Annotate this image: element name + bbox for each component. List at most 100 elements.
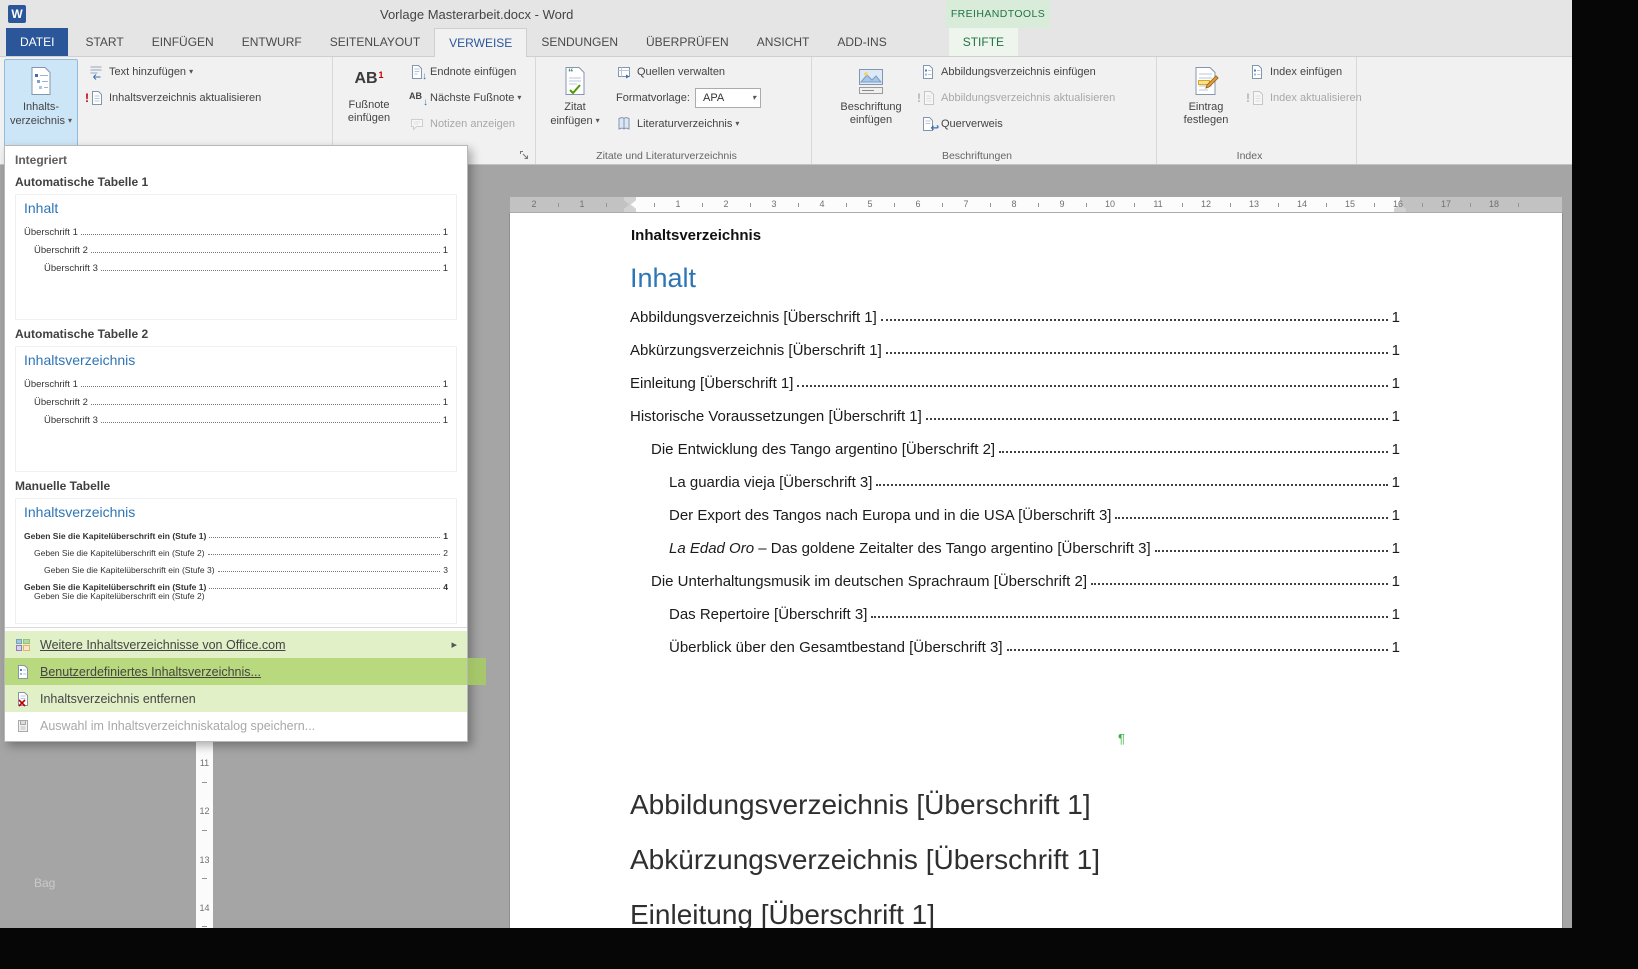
mark-entry-button[interactable]: Eintrag festlegen: [1171, 59, 1241, 147]
ruler-number: 9: [1059, 199, 1064, 209]
ribbon-group-index: Eintrag festlegen Index einfügen !: [1157, 57, 1357, 164]
word-window: W Vorlage Masterarbeit.docx - Word FREIH…: [0, 0, 1572, 928]
tab-sendungen[interactable]: SENDUNGEN: [527, 28, 632, 56]
insert-footnote-button[interactable]: AB1 Fußnote einfügen: [337, 59, 401, 147]
tab-add-ins[interactable]: ADD-INS: [823, 28, 900, 56]
tab-ansicht[interactable]: ANSICHT: [743, 28, 824, 56]
paragraph-mark-icon: ¶: [1118, 731, 1125, 746]
manage-sources-label: Quellen verwalten: [637, 66, 725, 78]
document-page[interactable]: Inhaltsverzeichnis Inhalt Abbildungsverz…: [510, 213, 1562, 928]
ruler-number: 14: [1297, 199, 1307, 209]
update-toc-button[interactable]: ! Inhaltsverzeichnis aktualisieren: [84, 86, 265, 109]
submenu-arrow-icon: ▸: [451, 638, 457, 651]
toc-button[interactable]: Inhalts- verzeichnis▾: [4, 59, 78, 147]
show-notes-button: Notizen anzeigen: [405, 112, 525, 135]
gallery-preview: InhaltÜberschrift 11Überschrift 21Übersc…: [15, 194, 457, 320]
word-logo-icon: W: [8, 5, 26, 23]
update-table-of-figures-label: Abbildungsverzeichnis aktualisieren: [941, 92, 1115, 104]
ruler-number: 16: [1393, 199, 1403, 209]
ruler-tick: [1470, 203, 1471, 207]
toc-entry: Der Export des Tangos nach Europa und in…: [630, 491, 1400, 524]
ruler-number: 17: [1441, 199, 1451, 209]
gallery-preview: Inhaltsverzeichnis Geben Sie die Kapitelü…: [15, 498, 457, 624]
gallery-preview-row: Überschrift 31: [24, 408, 448, 426]
tab-start[interactable]: START: [71, 28, 137, 56]
endnote-icon: ↓: [409, 64, 425, 80]
toc-gallery-option-automatische-tabelle-2[interactable]: Automatische Tabelle 2Inhaltsverzeichnis…: [5, 323, 467, 475]
ruler-number: 13: [199, 855, 209, 865]
toc-remove-icon: [15, 691, 31, 707]
ruler-number: 3: [771, 199, 776, 209]
ruler-tick: [558, 203, 559, 207]
insert-table-of-figures-button[interactable]: Abbildungsverzeichnis einfügen: [916, 60, 1119, 83]
tab-stifte[interactable]: STIFTE: [949, 28, 1018, 56]
tab-einfügen[interactable]: EINFÜGEN: [138, 28, 228, 56]
toc-entry: La guardia vieja [Überschrift 3]1: [630, 458, 1400, 491]
ruler-number: 13: [1249, 199, 1259, 209]
toc-entry: Historische Voraussetzungen [Überschrift…: [630, 392, 1400, 425]
gallery-preview: InhaltsverzeichnisÜberschrift 11Überschr…: [15, 346, 457, 472]
toc-entry: Einleitung [Überschrift 1]1: [630, 359, 1400, 392]
ruler-tick: [1230, 203, 1231, 207]
ruler-tick: [750, 203, 751, 207]
toc-icon: [25, 64, 57, 98]
cross-reference-button[interactable]: ↩ Querverweis: [916, 112, 1119, 135]
tab-überprüfen[interactable]: ÜBERPRÜFEN: [632, 28, 743, 56]
tab-entwurf[interactable]: ENTWURF: [228, 28, 316, 56]
ribbon-group-captions: Beschriftung einfügen Abbildungsverzeich…: [812, 57, 1157, 164]
freehand-tools-context-label: FREIHANDTOOLS: [946, 0, 1050, 28]
insert-endnote-button[interactable]: ↓ Endnote einfügen: [405, 60, 525, 83]
document-heading: Einleitung [Überschrift 1]: [630, 899, 1100, 928]
footnotes-dialog-launcher[interactable]: [519, 148, 531, 160]
horizontal-ruler[interactable]: 21123456789101112131415161718: [510, 197, 1562, 213]
menu-item-weitere-inhaltsverzeichnisse-von-office-com[interactable]: Weitere Inhaltsverzeichnisse von Office.…: [5, 631, 467, 658]
ruler-number: 2: [531, 199, 536, 209]
ruler-number: 11: [1153, 199, 1162, 209]
tab-verweise[interactable]: VERWEISE: [434, 28, 527, 57]
ruler-tick: [990, 203, 991, 207]
save-icon: [15, 718, 31, 734]
screen: W Vorlage Masterarbeit.docx - Word FREIH…: [0, 0, 1638, 969]
manage-sources-icon: [616, 64, 632, 80]
table-of-figures-icon: [920, 64, 936, 80]
insert-citation-button[interactable]: “ Zitat einfügen▾: [544, 59, 606, 147]
toc-entry: Abkürzungsverzeichnis [Überschrift 1]1: [630, 326, 1400, 359]
insert-index-button[interactable]: Index einfügen: [1245, 60, 1366, 83]
menu-item-inhaltsverzeichnis-entfernen[interactable]: Inhaltsverzeichnis entfernen: [5, 685, 467, 712]
menu-item-benutzerdefiniertes-inhaltsverzeichnis[interactable]: Benutzerdefiniertes Inhaltsverzeichnis..…: [5, 658, 467, 685]
ruler-number: 5: [867, 199, 872, 209]
manage-sources-button[interactable]: Quellen verwalten: [612, 60, 765, 83]
gallery-preview-row: Geben Sie die Kapitelüberschrift ein (St…: [24, 558, 448, 575]
style-combobox[interactable]: APA ▾: [695, 88, 761, 108]
tab-datei[interactable]: DATEI: [6, 28, 68, 56]
gallery-preview-row: Überschrift 11: [24, 220, 448, 238]
ruler-number: 15: [1345, 199, 1355, 209]
ribbon-tab-row: DATEISTARTEINFÜGENENTWURFSEITENLAYOUTVER…: [0, 28, 1572, 57]
document-heading: Abkürzungsverzeichnis [Überschrift 1]: [630, 844, 1100, 899]
bibliography-button[interactable]: Literaturverzeichnis ▾: [612, 112, 765, 135]
group-label-citations: Zitate und Literaturverzeichnis: [536, 150, 797, 162]
ruler-number: 1: [675, 199, 680, 209]
menu-item-label: Auswahl im Inhaltsverzeichniskatalog spe…: [40, 719, 315, 733]
toc-entry: Die Unterhaltungsmusik im deutschen Spra…: [630, 557, 1400, 590]
insert-citation-label: Zitat einfügen: [550, 101, 592, 127]
group-label-index: Index: [1157, 150, 1342, 162]
add-text-button[interactable]: Text hinzufügen ▾: [84, 60, 265, 83]
gallery-preview-heading: Inhaltsverzeichnis: [24, 504, 448, 520]
toc-gallery-option-manuelle-tabelle[interactable]: Manuelle TabelleInhaltsverzeichnisGeben …: [5, 475, 467, 627]
bibliography-label: Literaturverzeichnis: [637, 118, 732, 130]
tab-seitenlayout[interactable]: SEITENLAYOUT: [316, 28, 434, 56]
svg-text:“: “: [568, 67, 574, 79]
document-heading: Abbildungsverzeichnis [Überschrift 1]: [630, 789, 1100, 844]
document-toc-entries: Abbildungsverzeichnis [Überschrift 1]1Ab…: [630, 293, 1400, 656]
ruler-tick: [702, 203, 703, 207]
toc-gallery-option-automatische-tabelle-1[interactable]: Automatische Tabelle 1InhaltÜberschrift …: [5, 171, 467, 323]
watermark-text: Bag: [34, 876, 55, 890]
document-section-headings: Abbildungsverzeichnis [Überschrift 1]Abk…: [630, 789, 1100, 928]
dropdown-arrow-icon: ▾: [189, 67, 193, 76]
mark-entry-label: Eintrag festlegen: [1184, 101, 1229, 126]
insert-caption-button[interactable]: Beschriftung einfügen: [828, 59, 914, 147]
update-table-of-figures-button: ! Abbildungsverzeichnis aktualisieren: [916, 86, 1119, 109]
ruler-tick: [942, 203, 943, 207]
next-footnote-button[interactable]: AB↓ Nächste Fußnote ▾: [405, 86, 525, 109]
